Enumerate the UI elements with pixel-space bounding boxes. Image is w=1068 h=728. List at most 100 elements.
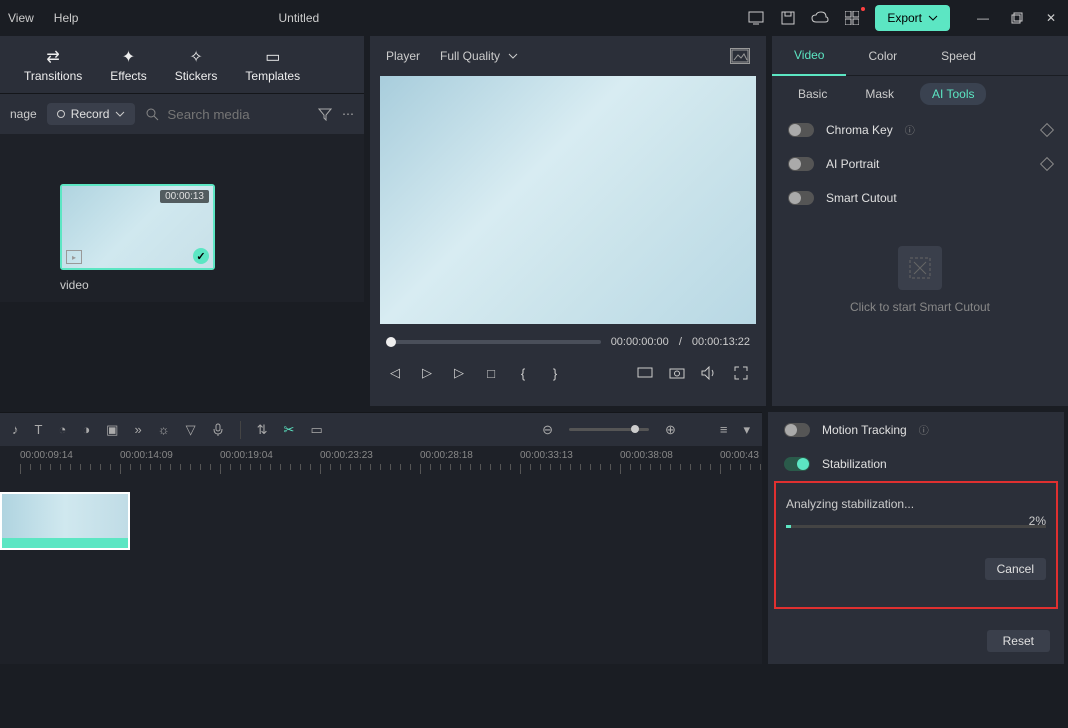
clip-audio-bar [2, 538, 128, 548]
templates-tab[interactable]: ▭Templates [245, 47, 300, 83]
monitor-icon[interactable] [747, 9, 765, 27]
speed-icon[interactable]: ◔ [58, 422, 66, 437]
timecode-sep: / [679, 336, 682, 348]
motiontracking-toggle[interactable] [784, 423, 810, 437]
sort-icon[interactable]: ⇅ [257, 422, 268, 438]
video-preview[interactable] [380, 76, 756, 324]
tab-color[interactable]: Color [846, 49, 919, 63]
smartcutout-placeholder-icon[interactable] [898, 246, 942, 290]
ruler-label: 00:00:19:04 [220, 450, 273, 461]
more-arrow-icon[interactable]: » [134, 422, 141, 437]
help-icon[interactable]: ⓘ [905, 122, 915, 137]
step-back-icon[interactable]: ◁ [386, 364, 404, 382]
reset-button[interactable]: Reset [987, 630, 1050, 652]
music-icon[interactable]: ♪ [12, 422, 19, 437]
clip-duration: 00:00:13 [160, 190, 209, 203]
ruler-label: 00:00:33:13 [520, 450, 573, 461]
ruler-label: 00:00:09:14 [20, 450, 73, 461]
timecode-total: 00:00:13:22 [692, 336, 750, 348]
scrub-thumb[interactable] [386, 337, 396, 347]
volume-icon[interactable] [700, 364, 718, 382]
menu-view[interactable]: View [8, 11, 34, 25]
smartcutout-toggle[interactable] [788, 191, 814, 205]
zoom-out-icon[interactable]: ⊖ [542, 422, 553, 438]
chevron-down-icon [115, 111, 125, 117]
templates-icon: ▭ [265, 47, 280, 67]
chroma-toggle[interactable] [788, 123, 814, 137]
timeline-clip[interactable] [0, 492, 130, 550]
chevron-down-icon [508, 53, 518, 59]
zoom-slider[interactable] [569, 428, 649, 431]
search-icon [145, 107, 159, 121]
fullscreen-icon[interactable] [732, 364, 750, 382]
mark-in-icon[interactable]: { [514, 364, 532, 382]
transitions-icon: ⇄ [46, 47, 59, 67]
text-icon[interactable]: T [35, 422, 43, 437]
menu-help[interactable]: Help [54, 11, 79, 25]
tab-speed[interactable]: Speed [919, 49, 998, 63]
chevron-down-icon[interactable]: ▾ [743, 422, 750, 438]
player-label: Player [386, 49, 420, 63]
stop-icon[interactable]: □ [482, 364, 500, 382]
aiportrait-label: AI Portrait [826, 157, 879, 171]
save-icon[interactable] [779, 9, 797, 27]
crop-icon[interactable]: ▣ [106, 422, 118, 438]
camera-icon[interactable] [668, 364, 686, 382]
sun-icon[interactable]: ☼ [158, 422, 170, 437]
media-clip[interactable]: 00:00:13 ▸ ✓ [60, 184, 215, 270]
prop-smart-cutout: Smart Cutout [772, 181, 1068, 215]
chevron-down-icon [928, 15, 938, 21]
chroma-label: Chroma Key [826, 123, 893, 137]
transitions-tab[interactable]: ⇄Transitions [24, 47, 82, 83]
marker-icon[interactable]: ▽ [186, 422, 196, 438]
filter-icon[interactable] [318, 107, 332, 121]
ruler-label: 00:00:14:09 [120, 450, 173, 461]
more-icon[interactable]: ⋯ [342, 107, 354, 121]
timeline-tracks[interactable] [0, 480, 762, 664]
project-title: Untitled [278, 11, 319, 25]
subtab-aitools[interactable]: AI Tools [920, 83, 986, 105]
aspect-icon[interactable]: ▭ [310, 422, 322, 438]
motiontracking-label: Motion Tracking [822, 423, 907, 437]
subtab-mask[interactable]: Mask [853, 83, 906, 105]
cancel-button[interactable]: Cancel [985, 558, 1046, 580]
tab-video[interactable]: Video [772, 36, 846, 76]
step-forward-icon[interactable]: ▷ [450, 364, 468, 382]
export-label: Export [887, 11, 922, 25]
check-icon: ✓ [193, 248, 209, 264]
quality-dropdown[interactable]: Full Quality [440, 49, 518, 63]
minimize-button[interactable]: — [974, 9, 992, 27]
palette-icon[interactable]: ◑ [82, 422, 90, 437]
stabilization-toggle[interactable] [784, 457, 810, 471]
timeline-ruler[interactable]: 00:00:09:14 00:00:14:09 00:00:19:04 00:00:2… [0, 446, 762, 480]
mark-out-icon[interactable]: } [546, 364, 564, 382]
ruler-label: 00:00:28:18 [420, 450, 473, 461]
effects-tab[interactable]: ✦Effects [110, 47, 146, 83]
stickers-tab[interactable]: ✧Stickers [175, 47, 218, 83]
list-icon[interactable]: ≡ [720, 422, 728, 437]
keyframe-icon[interactable] [1040, 157, 1054, 171]
keyframe-icon[interactable] [1040, 122, 1054, 136]
search-input[interactable] [167, 107, 307, 122]
export-button[interactable]: Export [875, 5, 950, 31]
close-button[interactable]: ✕ [1042, 9, 1060, 27]
apps-icon[interactable] [843, 9, 861, 27]
scrub-bar[interactable] [386, 340, 601, 344]
ruler-label: 00:00:38:08 [620, 450, 673, 461]
help-icon[interactable]: ⓘ [919, 422, 929, 437]
timecode-current: 00:00:00:00 [611, 336, 669, 348]
maximize-button[interactable] [1008, 9, 1026, 27]
smartcutout-label: Smart Cutout [826, 191, 897, 205]
snapshot-icon[interactable] [730, 48, 750, 64]
clip-label: video [60, 278, 354, 292]
aiportrait-toggle[interactable] [788, 157, 814, 171]
split-icon[interactable]: ✂ [284, 422, 295, 438]
mic-icon[interactable] [212, 423, 224, 437]
display-icon[interactable] [636, 364, 654, 382]
cloud-icon[interactable] [811, 9, 829, 27]
stabilization-message: Analyzing stabilization... [786, 497, 1046, 511]
subtab-basic[interactable]: Basic [786, 83, 839, 105]
record-button[interactable]: Record [47, 103, 136, 125]
play-icon[interactable]: ▷ [418, 364, 436, 382]
zoom-in-icon[interactable]: ⊕ [665, 422, 676, 438]
